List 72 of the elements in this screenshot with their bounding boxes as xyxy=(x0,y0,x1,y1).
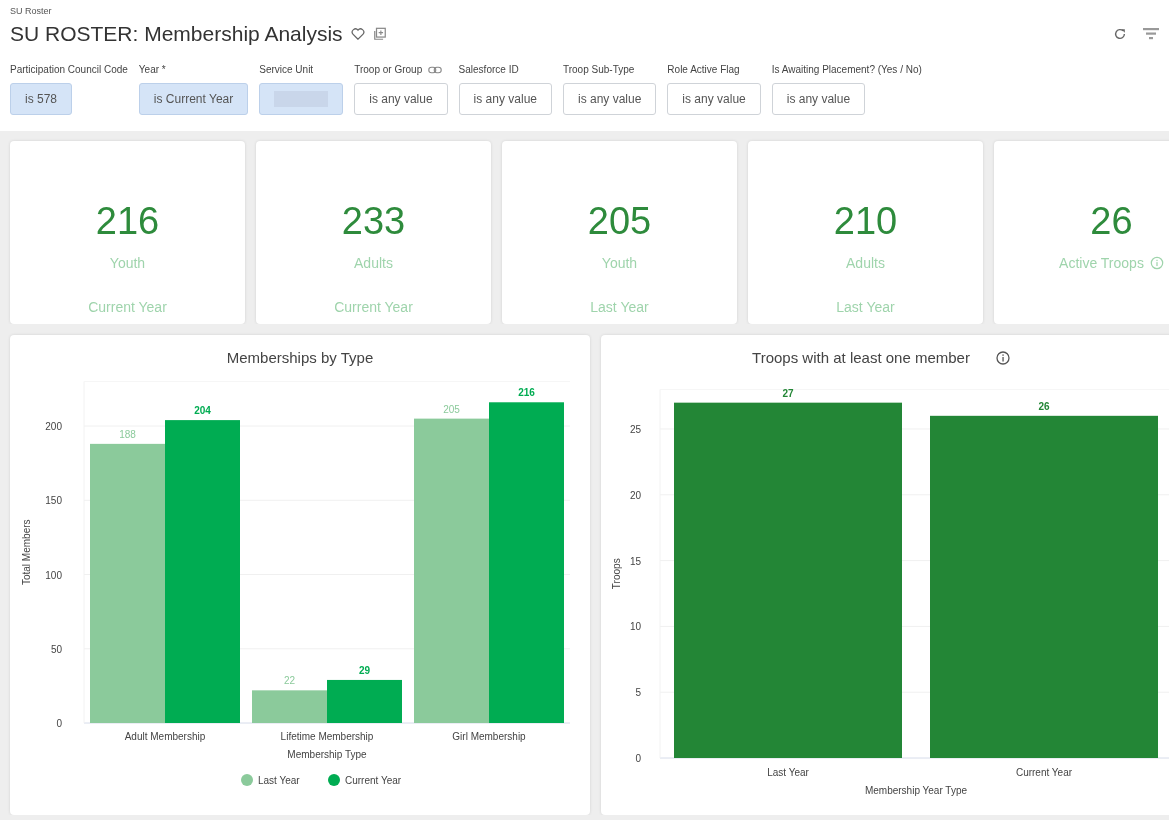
axis-tick-label: 100 xyxy=(45,569,62,581)
legend-label[interactable]: Current Year xyxy=(345,775,402,786)
axis-title: Total Members xyxy=(21,519,32,586)
category-label: Girl Membership xyxy=(452,731,526,742)
axis-tick-label: 50 xyxy=(50,643,62,655)
kpi-label: Youth xyxy=(109,255,146,271)
kpi-value: 205 xyxy=(587,201,652,241)
axis-tick-label: 5 xyxy=(635,687,641,699)
heart-icon[interactable] xyxy=(350,27,365,41)
axis-tick-label: 20 xyxy=(629,489,641,501)
filter-field[interactable]: is any value xyxy=(563,83,657,115)
bar-value-label: 204 xyxy=(194,405,211,417)
kpi-value: 233 xyxy=(341,201,406,241)
filter-label: Troop Sub-Type xyxy=(563,64,635,75)
chart-title: Memberships by Type xyxy=(226,349,374,366)
filter-field[interactable]: is 578 xyxy=(10,83,73,115)
bar-value-label: 29 xyxy=(358,664,371,676)
category-label: Current Year xyxy=(1015,767,1073,778)
legend-label[interactable]: Last Year xyxy=(258,775,300,786)
bar-value-label: 216 xyxy=(518,387,535,399)
category-label: Lifetime Membership xyxy=(280,731,374,742)
copy-icon[interactable] xyxy=(372,27,387,41)
filter-label: Participation Council Code xyxy=(10,64,128,75)
axis-tick-label: 25 xyxy=(629,424,641,435)
bar-value-label: 22 xyxy=(283,675,296,687)
axis-title: Troops xyxy=(611,558,622,590)
category-label: Adult Membership xyxy=(124,731,206,742)
category-label: Last Year xyxy=(767,767,809,778)
axis-tick-label: 0 xyxy=(56,718,62,729)
kpi-label: Youth xyxy=(601,255,638,271)
bar-value-label: 26 xyxy=(1038,400,1050,412)
breadcrumb[interactable]: SU Roster xyxy=(10,6,1159,16)
bar-value-label: 188 xyxy=(119,428,136,440)
link-icon[interactable] xyxy=(428,64,443,75)
bar-value-label: 205 xyxy=(443,403,460,415)
filter-label: Service Unit xyxy=(259,64,314,75)
filter-field[interactable]: is Current Year xyxy=(138,83,249,115)
kpi-label: Adults xyxy=(354,255,393,271)
filter-label: Is Awaiting Placement? (Yes / No) xyxy=(771,64,922,75)
filter-label: Troop or Group xyxy=(354,64,423,75)
bar[interactable] xyxy=(327,679,402,723)
bar[interactable] xyxy=(252,690,327,723)
filter-field[interactable] xyxy=(259,83,344,115)
filter-field[interactable]: is any value xyxy=(458,83,552,115)
axis-tick-label: 0 xyxy=(635,753,641,764)
axis-tick-label: 10 xyxy=(629,621,641,633)
filter-label: Year * xyxy=(138,64,166,75)
dashboard-title: SU ROSTER: Membership Analysis xyxy=(10,22,343,46)
filter-field[interactable]: is any value xyxy=(667,83,761,115)
info-icon[interactable] xyxy=(996,351,1010,365)
filter-field[interactable]: is any value xyxy=(771,83,866,115)
kpi-period: Current Year xyxy=(88,299,167,315)
axis-tick-label: 150 xyxy=(45,495,62,507)
kpi-period: Last Year xyxy=(590,299,649,315)
bar-value-label: 27 xyxy=(782,387,794,399)
filter-field[interactable]: is any value xyxy=(354,83,448,115)
kpi-label: Active Troops xyxy=(1059,255,1144,271)
kpi-value: 26 xyxy=(1090,201,1133,241)
axis-title: Membership Year Type xyxy=(864,785,968,796)
chart-title: Troops with at least one member xyxy=(752,349,970,366)
kpi-period: Current Year xyxy=(334,299,413,315)
refresh-icon[interactable] xyxy=(1113,27,1127,41)
filter-label: Salesforce ID xyxy=(458,64,519,75)
filter-label: Role Active Flag xyxy=(667,64,740,75)
kpi-value: 216 xyxy=(95,201,160,241)
kpi-value: 210 xyxy=(833,201,898,241)
kpi-label: Adults xyxy=(846,255,885,271)
axis-tick-label: 200 xyxy=(45,421,62,433)
axis-title: Membership Type xyxy=(287,749,367,760)
axis-tick-label: 15 xyxy=(629,555,641,567)
filter-icon[interactable] xyxy=(1143,27,1159,41)
kpi-period: Last Year xyxy=(836,299,895,315)
